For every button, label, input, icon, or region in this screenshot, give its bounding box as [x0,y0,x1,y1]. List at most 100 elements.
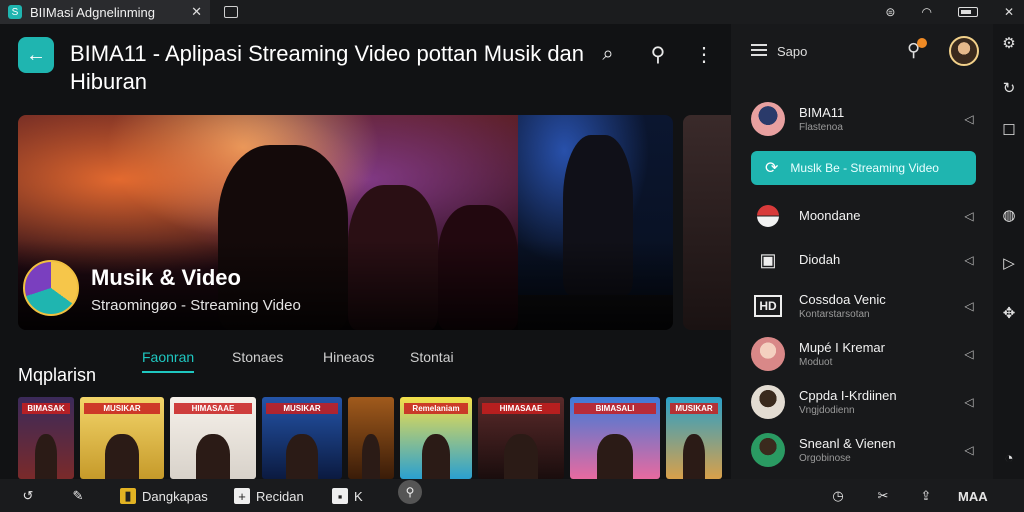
chevron-icon[interactable]: ◁ [962,253,976,267]
share-icon[interactable]: ⇪ [918,487,934,505]
list-item[interactable]: ▣ Diodah ◁ [751,240,976,280]
album-cover[interactable]: BIMASALI [570,397,660,479]
album-cover[interactable]: Remelaniam [400,397,472,479]
cover-person [597,433,633,479]
wifi-icon[interactable]: ◠ [921,5,931,19]
taskbar-item-recidan[interactable]: + Recidan [234,487,304,505]
cover-person [361,433,381,479]
panel-search-label[interactable]: Sapo [777,44,807,59]
tab-title: BIIMasi Adgnelinming [30,4,156,20]
item-name: Cppda I-Krdiinen [799,387,897,403]
more-options-icon[interactable]: ⋮ [690,40,718,68]
item-sub: Vngjdodienn [799,404,855,416]
item-name: BIMA11 [799,104,845,120]
brand-text: MAA [958,488,988,504]
album-cover[interactable]: MUSIKAR [666,397,722,479]
menu-icon[interactable] [751,44,767,56]
chevron-icon[interactable]: ◁ [962,443,976,457]
album-cover[interactable]: MUSIKAR [80,397,164,479]
item-name: Mupé I Kremar [799,339,885,355]
taskbar-label: Dangkapas [142,488,208,504]
undo-icon[interactable]: ↺ [20,487,36,505]
close-tab-icon[interactable]: ✕ [191,4,202,20]
cover-person [682,433,706,479]
chevron-icon[interactable]: ◁ [962,395,976,409]
back-button[interactable]: ← [18,37,54,73]
album-cover[interactable] [348,397,394,479]
cover-title: MUSIKAR [670,403,718,414]
taskbar-label: K [354,488,363,504]
back-arrow-icon: ← [26,43,46,66]
tab-faonran[interactable]: Faonran [142,349,195,373]
taskbar: ↺ ✎ ▮ Dangkapas + Recidan ▪ K ⚲ ◷ ✂ ⇪ MA… [0,479,1024,512]
cover-title: HIMASAAE [482,403,560,414]
app-favicon-icon: S [8,5,22,19]
list-item[interactable]: Moondane ◁ [751,196,976,236]
move-icon[interactable]: ✥ [1000,304,1018,322]
tab-stontai[interactable]: Stontai [410,349,454,365]
chevron-icon[interactable]: ◁ [962,347,976,361]
rotate-icon[interactable]: ↻ [1000,79,1018,97]
shield-icon[interactable]: ⊜ [885,5,895,19]
taskbar-item-dangkapas[interactable]: ▮ Dangkapas [120,487,208,505]
browser-bar: S BIIMasi Adgnelinming ✕ ⊜ ◠ ✕ [0,0,1024,24]
crop-icon[interactable]: ✂ [875,487,891,505]
list-item[interactable]: Sneanl & Vienen Orgobinose ◁ [751,430,976,470]
square-icon[interactable]: ☐ [1000,121,1018,139]
taskbar-label: Recidan [256,488,304,504]
taskbar-item-k[interactable]: ▪ K [332,487,363,505]
cover-row: BIMASAK MUSIKAR HIMASAAE MUSIKAR Remelaniam H… [18,397,730,479]
grid-icon[interactable] [224,6,238,18]
item-name: Muslk Be - Streaming Video [790,161,939,175]
item-sub: Flastenoa [799,121,843,133]
cover-title: MUSIKAR [266,403,338,414]
profile-avatar[interactable] [949,36,979,66]
section-title: Mqplarisn [18,365,97,385]
list-item[interactable]: BIMA11 Flastenoa ◁ [751,99,976,139]
palette-icon[interactable]: ◍ [1000,206,1018,224]
album-cover[interactable]: MUSIKAR [262,397,342,479]
cover-title: MUSIKAR [84,403,160,414]
clock-icon[interactable]: ◷ [830,487,846,505]
cover-person [503,433,539,479]
avatar [751,102,785,136]
right-rail: ⚙ ↻ ☐ ◍ ▷ ✥ ◔ [993,24,1024,479]
chevron-icon[interactable]: ◁ [962,299,976,313]
chevron-icon[interactable]: ◁ [962,209,976,223]
album-cover[interactable]: BIMASAK [18,397,74,479]
tab-hineaos[interactable]: Hineaos [323,349,374,365]
history-icon[interactable]: ◔ [1000,449,1018,467]
cover-title: Remelaniam [404,403,468,414]
list-item[interactable]: Cppda I-Krdiinen Vngjdodienn ◁ [751,382,976,422]
item-name: Diodah [799,252,841,267]
hero-title: Musik & Video [91,265,241,290]
assistant-button[interactable]: ⚲ [398,480,422,504]
avatar [751,433,785,467]
list-item[interactable]: Mupé I Kremar Moduot ◁ [751,334,976,374]
close-window-icon[interactable]: ✕ [1004,5,1014,19]
hd-icon: HD [754,295,782,317]
app-root: S BIIMasi Adgnelinming ✕ ⊜ ◠ ✕ ← BIMA11 … [0,0,1024,512]
window-icon: ▪ [332,488,348,504]
cover-title: BIMASALI [574,403,656,414]
hero-banner[interactable]: Musik & Video Straomingøo - Streaming Vi… [18,115,673,330]
tab-stonaes[interactable]: Stonaes [232,349,283,365]
hero-avatar [23,260,79,316]
play-icon[interactable]: ▷ [1000,254,1018,272]
album-cover[interactable]: HIMASAAE [170,397,256,479]
cover-title: BIMASAK [22,403,70,414]
gear-icon[interactable]: ⚙ [1000,34,1018,52]
pen-icon[interactable]: ✎ [70,487,86,505]
album-cover[interactable]: HIMASAAE [478,397,564,479]
search-icon[interactable]: ⚲ [644,40,672,68]
zoom-search-icon[interactable]: ⌕ [594,40,622,68]
system-tray: ⊜ ◠ ✕ [885,0,1014,24]
item-name: Cossdoa Venic [799,291,886,307]
list-item-selected[interactable]: ⟳ Muslk Be - Streaming Video [751,151,976,185]
chevron-icon[interactable]: ◁ [962,112,976,126]
hero-subtitle: Straomingøo - Streaming Video [91,297,301,314]
browser-tab[interactable]: S BIIMasi Adgnelinming ✕ [0,0,210,24]
list-item[interactable]: HD Cossdoa Venic Kontarstarsotan ◁ [751,286,976,326]
next-banner-peek[interactable] [683,115,731,330]
notification-badge [917,38,927,48]
